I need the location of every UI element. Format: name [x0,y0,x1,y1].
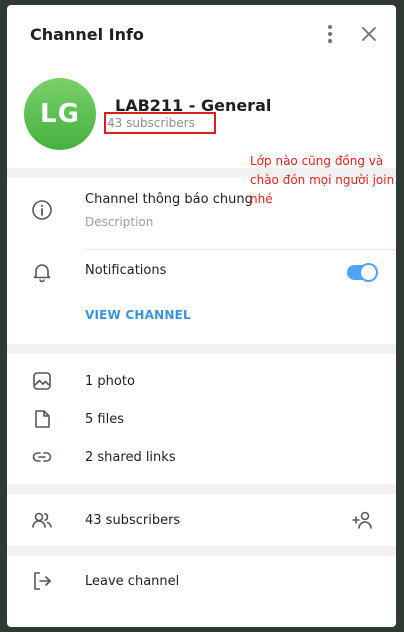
links-row[interactable]: 2 shared links [7,438,396,476]
files-row[interactable]: 5 files [7,400,396,438]
notifications-label: Notifications [85,263,167,278]
media-section: 1 photo 5 files 2 shared links [7,354,396,484]
bell-icon [33,264,51,283]
annotation-text: Lớp nào cũng đồng và chào đón mọi người … [250,154,395,206]
notifications-row[interactable]: Notifications [7,242,396,302]
channel-info-panel: Channel Info LG LAB211 - General Channel… [7,5,396,627]
toggle-knob [359,263,378,282]
links-count: 2 shared links [85,449,176,465]
view-channel-row: VIEW CHANNEL [7,302,396,344]
photo-icon [33,372,51,390]
leave-channel-row[interactable]: Leave channel [7,556,396,606]
section-divider [7,484,396,494]
panel-title: Channel Info [30,24,144,44]
file-icon [35,410,50,428]
more-options-icon[interactable] [323,23,337,45]
view-channel-button[interactable]: VIEW CHANNEL [85,308,191,322]
close-icon[interactable] [359,24,379,44]
files-count: 5 files [85,411,124,427]
leave-icon [34,572,51,590]
add-user-icon[interactable] [351,508,375,532]
avatar[interactable]: LG [24,78,96,150]
photos-count: 1 photo [85,373,135,389]
subscribers-row[interactable]: 43 subscribers [7,494,396,546]
section-divider [7,546,396,556]
link-icon [32,452,52,462]
description-value: Channel thông báo chung [85,192,253,207]
section-divider [7,344,396,354]
description-label: Description [85,215,154,229]
leave-channel-label: Leave channel [85,573,180,589]
subscribers-label: 43 subscribers [85,512,181,528]
members-section: 43 subscribers [7,494,396,546]
photos-row[interactable]: 1 photo [7,362,396,400]
actions-section: Leave channel [7,556,396,606]
members-icon [32,512,52,528]
info-icon [32,200,52,220]
panel-header: Channel Info [7,5,396,63]
highlight-box [104,112,216,134]
notifications-toggle[interactable] [347,263,378,282]
